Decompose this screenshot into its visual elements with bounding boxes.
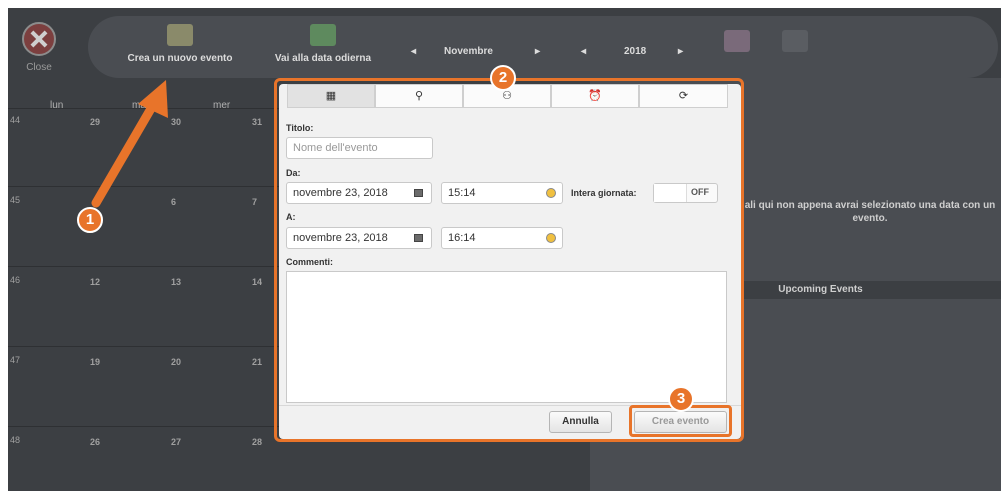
calendar-icon: ▦ bbox=[325, 90, 337, 102]
new-event-button[interactable]: Crea un nuovo evento bbox=[120, 24, 240, 64]
from-label: Da: bbox=[286, 168, 301, 178]
tab-repeat[interactable]: ⟳ bbox=[639, 84, 728, 108]
alarm-icon: ⏰ bbox=[588, 90, 602, 102]
toggle-knob bbox=[654, 184, 687, 202]
tab-location[interactable]: ⚲ bbox=[375, 84, 463, 108]
next-month-button[interactable]: ▸ bbox=[535, 46, 540, 57]
tab-details[interactable]: ▦ bbox=[287, 84, 375, 108]
day-cell[interactable]: 19 bbox=[90, 357, 100, 367]
clock-icon[interactable] bbox=[546, 188, 556, 198]
week-number: 45 bbox=[10, 195, 21, 205]
from-time-value: 15:14 bbox=[448, 187, 476, 199]
title-input[interactable]: Nome dell'evento bbox=[286, 137, 433, 159]
to-label: A: bbox=[286, 212, 296, 222]
year-label: 2018 bbox=[624, 46, 647, 57]
close-label: Close bbox=[26, 62, 52, 73]
repeat-icon: ⟳ bbox=[678, 90, 689, 102]
people-icon: ⚇ bbox=[502, 90, 512, 102]
day-cell[interactable]: 6 bbox=[171, 197, 176, 207]
day-cell[interactable]: 28 bbox=[252, 437, 262, 447]
close-button[interactable]: Close bbox=[16, 22, 62, 73]
all-day-label: Intera giornata: bbox=[571, 188, 637, 198]
prev-month-button[interactable]: ◂ bbox=[411, 46, 416, 57]
week-number: 47 bbox=[10, 355, 21, 365]
clock-icon[interactable] bbox=[546, 233, 556, 243]
from-date-input[interactable]: novembre 23, 2018 bbox=[286, 182, 432, 204]
go-today-label: Vai alla data odierna bbox=[274, 53, 372, 64]
day-cell[interactable]: 13 bbox=[171, 277, 181, 287]
week-number: 48 bbox=[10, 435, 21, 445]
day-cell[interactable]: 26 bbox=[90, 437, 100, 447]
day-cell[interactable]: 30 bbox=[171, 117, 181, 127]
from-date-value: novembre 23, 2018 bbox=[293, 187, 388, 199]
all-day-value: OFF bbox=[691, 187, 709, 197]
new-event-dialog: ▦ ⚲ ⚇ ⏰ ⟳ Titolo: Nome dell'evento Da: n… bbox=[279, 84, 741, 439]
new-event-icon bbox=[167, 24, 193, 46]
step-1-badge: 1 bbox=[77, 207, 103, 233]
comments-textarea[interactable] bbox=[286, 271, 727, 403]
calendar-icon[interactable] bbox=[414, 189, 423, 197]
toolbar: Crea un nuovo evento Vai alla data odier… bbox=[88, 16, 998, 78]
step-2-badge: 2 bbox=[490, 65, 516, 91]
day-cell[interactable]: 14 bbox=[252, 277, 262, 287]
step-3-badge: 3 bbox=[668, 386, 694, 412]
comments-label: Commenti: bbox=[286, 257, 333, 267]
day-cell[interactable]: 21 bbox=[252, 357, 262, 367]
tab-alarm[interactable]: ⏰ bbox=[551, 84, 639, 108]
to-date-input[interactable]: novembre 23, 2018 bbox=[286, 227, 432, 249]
to-date-value: novembre 23, 2018 bbox=[293, 232, 388, 244]
day-cell[interactable]: 31 bbox=[252, 117, 262, 127]
month-label: Novembre bbox=[444, 46, 493, 57]
day-cell[interactable]: 20 bbox=[171, 357, 181, 367]
day-cell[interactable]: 29 bbox=[90, 117, 100, 127]
day-cell[interactable]: 12 bbox=[90, 277, 100, 287]
next-year-button[interactable]: ▸ bbox=[678, 46, 683, 57]
week-number: 46 bbox=[10, 275, 21, 285]
prev-year-button[interactable]: ◂ bbox=[581, 46, 586, 57]
to-time-value: 16:14 bbox=[448, 232, 476, 244]
close-icon bbox=[22, 22, 56, 56]
from-time-input[interactable]: 15:14 bbox=[441, 182, 563, 204]
new-event-label: Crea un nuovo evento bbox=[127, 53, 233, 64]
day-cell[interactable]: 7 bbox=[252, 197, 257, 207]
title-label: Titolo: bbox=[286, 123, 314, 133]
export-icon[interactable] bbox=[724, 30, 750, 52]
location-icon: ⚲ bbox=[414, 90, 424, 102]
settings-icon[interactable] bbox=[782, 30, 808, 52]
go-today-button[interactable]: Vai alla data odierna bbox=[268, 24, 378, 64]
all-day-toggle[interactable]: OFF bbox=[653, 183, 718, 203]
go-today-icon bbox=[310, 24, 336, 46]
week-number: 44 bbox=[10, 115, 21, 125]
to-time-input[interactable]: 16:14 bbox=[441, 227, 563, 249]
event-panel-message: ali qui non appena avrai selezionato una… bbox=[744, 200, 996, 224]
calendar-icon[interactable] bbox=[414, 234, 423, 242]
cancel-button[interactable]: Annulla bbox=[549, 411, 612, 433]
day-cell[interactable]: 27 bbox=[171, 437, 181, 447]
